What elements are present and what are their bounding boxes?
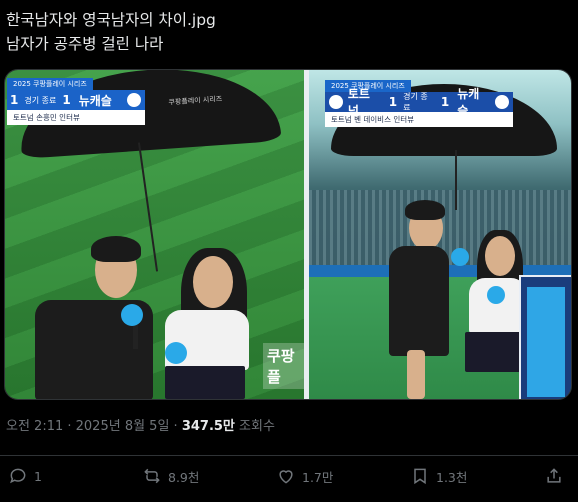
reply-button[interactable]: 1 xyxy=(8,466,42,486)
microphone-icon xyxy=(165,342,187,364)
like-button[interactable]: 1.7만 xyxy=(276,466,333,486)
bookmark-icon xyxy=(414,468,426,485)
microphone-icon xyxy=(121,304,143,326)
umbrella-shaft xyxy=(455,150,457,210)
retweet-count: 8.9천 xyxy=(168,469,200,485)
home-score: 1 xyxy=(388,95,398,109)
sponsor-sign: 쿠팡플 xyxy=(263,343,304,389)
microphone-icon xyxy=(487,286,505,304)
away-team: 뉴캐슬 xyxy=(78,93,112,108)
bookmark-count: 1.3천 xyxy=(436,469,468,485)
microphone-icon xyxy=(451,248,469,266)
umbrella-label: 쿠팡플레이 시리즈 xyxy=(168,94,223,107)
tweet-media[interactable]: 쿠팡플레이 시리즈 쿠팡플 2025 쿠팡플레이 시리즈 1 경기 종료 1 뉴… xyxy=(4,69,572,400)
retweet-button[interactable]: 8.9천 xyxy=(142,466,199,486)
away-score: 1 xyxy=(440,95,450,109)
tweet-line-1: 한국남자와 영국남자의 차이.jpg xyxy=(6,11,216,29)
broadcast-booth xyxy=(519,275,571,399)
like-count: 1.7만 xyxy=(302,469,334,485)
like-icon xyxy=(279,470,293,484)
reply-count: 1 xyxy=(34,468,42,484)
away-score: 1 xyxy=(62,93,71,107)
view-label: 조회수 xyxy=(234,419,275,434)
action-bar: 1 8.9천 1.7만 1.3천 xyxy=(0,466,578,490)
media-image-right[interactable]: 2025 쿠팡플레이 시리즈 토트넘 1 경기 종료 1 뉴캐슬 토트넘 벤 데… xyxy=(309,70,571,399)
away-team: 뉴캐슬 xyxy=(457,87,480,118)
tweet-line-2: 남자가 공주병 걸린 나라 xyxy=(6,35,164,53)
tweet-timestamp[interactable]: 오전 2:11 · 2025년 8월 5일 · xyxy=(6,419,182,434)
team-crest-icon xyxy=(127,93,141,107)
tweet-text: 한국남자와 영국남자의 차이.jpg 남자가 공주병 걸린 나라 xyxy=(6,8,216,56)
separator xyxy=(0,455,578,456)
match-status: 경기 종료 xyxy=(24,95,57,105)
microphone-handle xyxy=(133,325,138,349)
score-bug: 2025 쿠팡플레이 시리즈 1 경기 종료 1 뉴캐슬 토트넘 손흥민 인터뷰 xyxy=(7,78,145,125)
share-icon xyxy=(547,468,561,483)
team-crest-icon xyxy=(495,95,509,109)
bookmark-button[interactable]: 1.3천 xyxy=(410,466,467,486)
reply-icon xyxy=(10,468,26,484)
series-label: 2025 쿠팡플레이 시리즈 xyxy=(7,78,93,90)
tweet-meta: 오전 2:11 · 2025년 8월 5일 · 347.5만 조회수 xyxy=(6,415,275,434)
interview-caption: 토트넘 손흥민 인터뷰 xyxy=(7,110,145,125)
view-count: 347.5만 xyxy=(181,419,235,434)
score-bug: 2025 쿠팡플레이 시리즈 토트넘 1 경기 종료 1 뉴캐슬 토트넘 벤 데… xyxy=(325,80,513,127)
retweet-icon xyxy=(144,468,160,484)
share-button[interactable] xyxy=(544,466,564,486)
match-status: 경기 종료 xyxy=(403,92,428,112)
media-image-left[interactable]: 쿠팡플레이 시리즈 쿠팡플 2025 쿠팡플레이 시리즈 1 경기 종료 1 뉴… xyxy=(5,70,304,399)
home-score: 1 xyxy=(10,93,19,107)
team-crest-icon xyxy=(329,95,343,109)
